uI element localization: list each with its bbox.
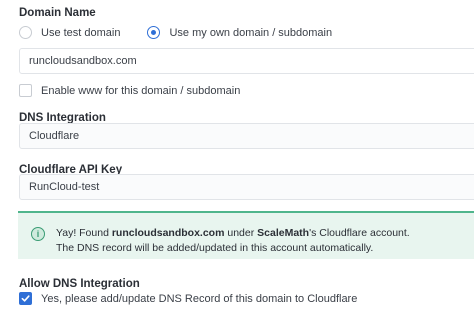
alert-suffix: 's Cloudflare account. <box>309 227 410 239</box>
radio-option-test-domain[interactable]: Use test domain <box>19 26 120 39</box>
alert-line2: The DNS record will be added/updated in … <box>56 242 374 254</box>
cloudflare-api-key-select[interactable]: RunCloud-test <box>19 174 474 200</box>
alert-account: ScaleMath <box>257 227 310 239</box>
allow-dns-row[interactable]: Yes, please add/update DNS Record of thi… <box>19 292 357 305</box>
alert-prefix: Yay! Found <box>56 227 112 239</box>
checkmark-icon <box>21 295 30 302</box>
alert-domain: runcloudsandbox.com <box>111 227 225 239</box>
radio-option-own-domain[interactable]: Use my own domain / subdomain <box>147 26 332 39</box>
alert-middle: under <box>224 227 258 239</box>
alert-message: Yay! Found runcloudsandbox.com under Sca… <box>56 226 410 256</box>
domain-name-label: Domain Name <box>19 7 96 19</box>
cloudflare-found-alert: i Yay! Found runcloudsandbox.com under S… <box>18 211 474 259</box>
allow-dns-label: Allow DNS Integration <box>19 278 140 290</box>
domain-type-radio-group: Use test domain Use my own domain / subd… <box>19 26 332 39</box>
allow-dns-checkbox-label[interactable]: Yes, please add/update DNS Record of thi… <box>41 293 357 305</box>
radio-test-domain-label[interactable]: Use test domain <box>41 27 120 39</box>
enable-www-row[interactable]: Enable www for this domain / subdomain <box>19 84 240 97</box>
enable-www-label[interactable]: Enable www for this domain / subdomain <box>41 85 240 97</box>
allow-dns-checkbox[interactable] <box>19 292 32 305</box>
domain-input[interactable] <box>19 48 474 74</box>
radio-test-domain[interactable] <box>19 26 32 39</box>
radio-own-domain-label[interactable]: Use my own domain / subdomain <box>169 27 332 39</box>
enable-www-checkbox[interactable] <box>19 84 32 97</box>
dns-integration-select[interactable]: Cloudflare <box>19 123 474 149</box>
radio-own-domain[interactable] <box>147 26 161 39</box>
info-icon: i <box>31 227 45 241</box>
